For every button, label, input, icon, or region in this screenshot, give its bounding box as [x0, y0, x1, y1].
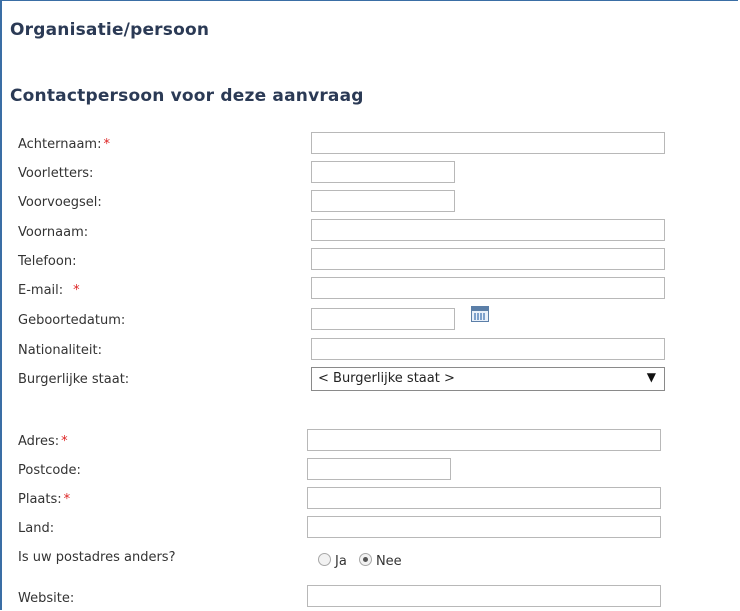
- postcode-field[interactable]: [307, 458, 451, 480]
- subsection-title: Contactpersoon voor deze aanvraag: [10, 86, 364, 106]
- email-label: E-mail: *: [18, 283, 80, 298]
- achternaam-field[interactable]: [311, 132, 665, 154]
- geboortedatum-field[interactable]: [311, 308, 455, 330]
- dropdown-arrow-icon: ▼: [646, 370, 656, 384]
- telefoon-label: Telefoon:: [18, 254, 77, 269]
- land-label: Land:: [18, 521, 55, 536]
- plaats-field[interactable]: [307, 487, 661, 509]
- burgerlijke-staat-label: Burgerlijke staat:: [18, 372, 130, 387]
- land-field[interactable]: [307, 516, 661, 538]
- achternaam-label: Achternaam: *: [18, 137, 110, 152]
- burgerlijke-staat-select[interactable]: < Burgerlijke staat > ▼: [311, 367, 665, 391]
- calendar-icon[interactable]: [471, 306, 489, 322]
- nationaliteit-label: Nationaliteit:: [18, 343, 102, 358]
- email-field[interactable]: [311, 277, 665, 299]
- required-marker: *: [61, 434, 68, 449]
- website-field[interactable]: [307, 585, 661, 607]
- voorvoegsel-field[interactable]: [311, 190, 455, 212]
- geboortedatum-label: Geboortedatum:: [18, 313, 126, 328]
- voorletters-field[interactable]: [311, 161, 455, 183]
- required-marker: *: [63, 492, 71, 507]
- voorvoegsel-label: Voorvoegsel:: [18, 195, 102, 210]
- required-marker: *: [103, 137, 110, 152]
- burgerlijke-staat-selected: < Burgerlijke staat >: [318, 371, 455, 386]
- nationaliteit-field[interactable]: [311, 338, 665, 360]
- postadres-anders-label: Is uw postadres anders?: [18, 550, 176, 565]
- telefoon-field[interactable]: [311, 248, 665, 270]
- website-label: Website:: [18, 591, 75, 606]
- radio-ja[interactable]: [318, 553, 331, 566]
- postadres-anders-radio-group: Ja Nee: [318, 553, 410, 569]
- voorletters-label: Voorletters:: [18, 166, 94, 181]
- plaats-label: Plaats: *: [18, 492, 71, 507]
- voornaam-field[interactable]: [311, 219, 665, 241]
- postcode-label: Postcode:: [18, 463, 81, 478]
- radio-nee-label: Nee: [375, 554, 402, 569]
- voornaam-label: Voornaam:: [18, 225, 89, 240]
- required-marker: *: [73, 283, 80, 298]
- adres-label: Adres: *: [18, 434, 68, 449]
- adres-field[interactable]: [307, 429, 661, 451]
- radio-nee[interactable]: [358, 553, 372, 566]
- radio-ja-label: Ja: [335, 554, 347, 569]
- section-title: Organisatie/persoon: [10, 20, 210, 40]
